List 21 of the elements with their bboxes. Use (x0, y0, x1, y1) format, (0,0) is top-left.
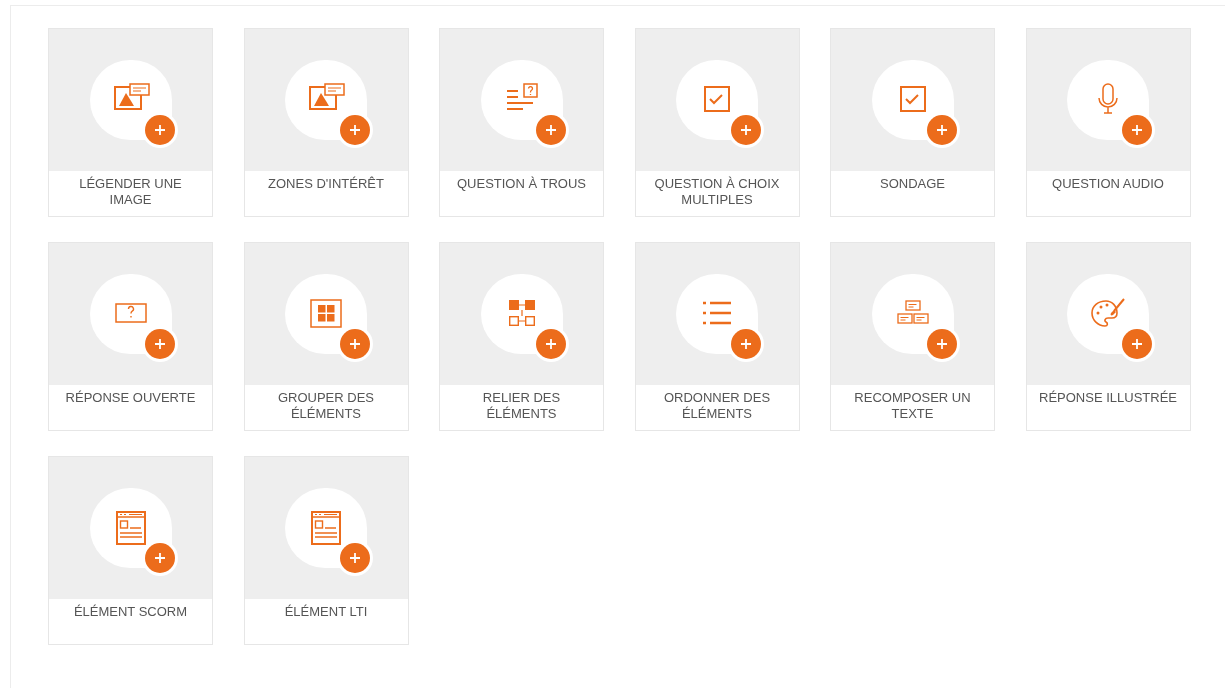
plus-icon (337, 540, 373, 576)
exercise-card[interactable]: QUESTION À CHOIX MULTIPLES (634, 28, 800, 217)
plus-icon (1119, 112, 1155, 148)
exercise-card[interactable]: ORDONNER DES ÉLÉMENTS (634, 242, 800, 431)
exercise-card[interactable]: RECOMPOSER UN TEXTE (830, 242, 995, 431)
exercise-card[interactable]: SONDAGE (830, 28, 995, 217)
exercise-card[interactable]: RÉPONSE OUVERTE (48, 242, 213, 431)
exercise-card[interactable]: ZONES D'INTÉRÊT (243, 28, 409, 217)
exercise-card[interactable]: LÉGENDER UNE IMAGE (48, 28, 213, 217)
plus-icon (337, 326, 373, 362)
plus-icon (337, 112, 373, 148)
exercise-card[interactable]: RÉPONSE ILLUSTRÉE (1025, 242, 1191, 431)
exercise-card[interactable]: ÉLÉMENT SCORM (48, 456, 213, 645)
exercise-card[interactable]: QUESTION AUDIO (1025, 28, 1191, 217)
plus-icon (728, 326, 764, 362)
exercise-card[interactable]: GROUPER DES ÉLÉMENTS (243, 242, 409, 431)
exercise-card[interactable]: QUESTION À TROUS (439, 28, 604, 217)
exercise-card[interactable]: RELIER DES ÉLÉMENTS (439, 242, 604, 431)
plus-icon (1119, 326, 1155, 362)
plus-icon (728, 112, 764, 148)
exercise-card[interactable]: ÉLÉMENT LTI (243, 456, 409, 645)
